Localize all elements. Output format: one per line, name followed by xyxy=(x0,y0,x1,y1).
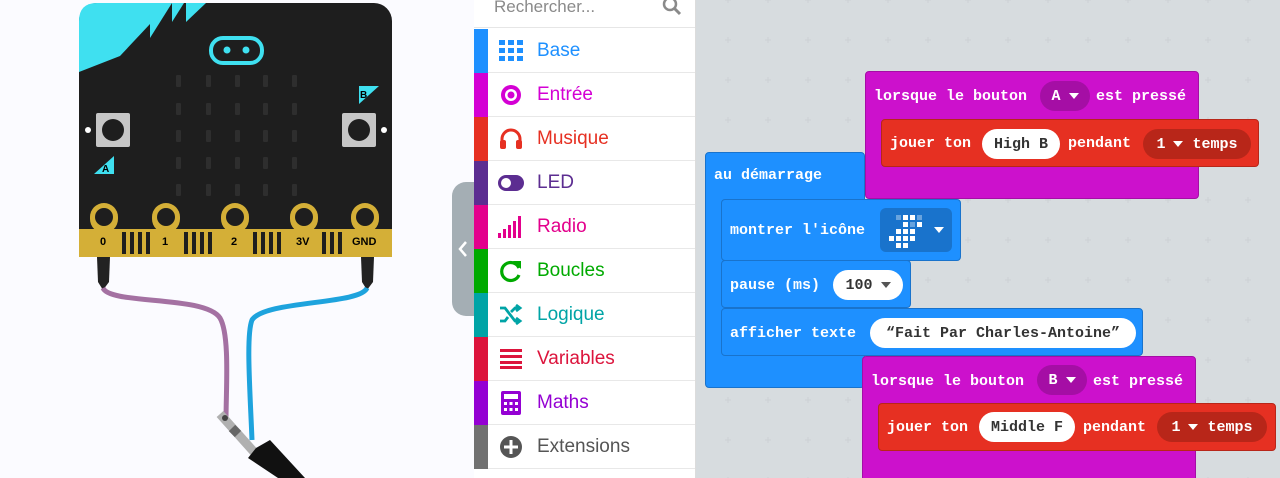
category-label: Extensions xyxy=(537,436,630,457)
button-select-b[interactable]: B xyxy=(1037,365,1087,395)
beats-select-a[interactable]: 1 temps xyxy=(1143,129,1251,159)
category-input[interactable]: Entrée xyxy=(474,73,695,117)
led-icon-preview xyxy=(889,215,922,248)
pin-2-label: 2 xyxy=(231,236,237,248)
note-field-a[interactable]: High B xyxy=(982,129,1060,159)
icon-picker[interactable] xyxy=(880,208,952,252)
simulator-panel: A B 0 1 2 3V GND xyxy=(0,0,474,478)
refresh-icon xyxy=(500,260,521,283)
pin-0-label: 0 xyxy=(100,236,106,248)
note-field-b[interactable]: Middle F xyxy=(979,412,1075,442)
headphone-jack-icon xyxy=(216,410,305,478)
beats-select-b[interactable]: 1 temps xyxy=(1157,412,1267,442)
microbit-board[interactable]: A B 0 1 2 3V GND xyxy=(0,0,474,478)
category-label: Boucles xyxy=(537,260,605,281)
category-base[interactable]: Base xyxy=(474,29,695,73)
show-icon-block[interactable]: montrer l'icône xyxy=(721,199,961,261)
pause-value-field[interactable]: 100 xyxy=(833,270,903,300)
pause-block[interactable]: pause (ms) 100 xyxy=(721,260,911,308)
category-math[interactable]: Maths xyxy=(474,381,695,425)
category-radio[interactable]: Radio xyxy=(474,205,695,249)
category-label: Maths xyxy=(537,392,589,413)
wire-purple xyxy=(100,286,230,421)
button-b-label: B xyxy=(360,90,367,101)
search-input[interactable] xyxy=(484,0,664,20)
shuffle-icon xyxy=(500,304,523,326)
clip-pin-gnd xyxy=(361,257,374,290)
chevron-down-icon xyxy=(1065,377,1076,383)
category-extensions[interactable]: Extensions xyxy=(474,425,695,469)
category-loops[interactable]: Boucles xyxy=(474,249,695,293)
grid-icon xyxy=(499,40,523,61)
category-label: Base xyxy=(537,40,581,61)
chevron-down-icon xyxy=(1068,93,1079,99)
pin-3v-label: 3V xyxy=(296,236,310,248)
blocks-workspace[interactable]: lorsque le bouton A est pressé jouer ton… xyxy=(696,0,1280,478)
chevron-down-icon xyxy=(1173,141,1184,147)
clip-pin-0 xyxy=(97,257,110,290)
chevron-down-icon xyxy=(934,227,944,233)
category-variables[interactable]: Variables xyxy=(474,337,695,381)
category-list: Base Entrée Musique LED Radio Boucles Lo… xyxy=(474,29,695,469)
category-label: Musique xyxy=(537,128,609,149)
pin-1-label: 1 xyxy=(162,236,168,248)
category-music[interactable]: Musique xyxy=(474,117,695,161)
show-string-block[interactable]: afficher texte “Fait Par Charles-Antoine… xyxy=(721,308,1143,356)
plus-circle-icon xyxy=(500,436,522,458)
pin-gnd-label: GND xyxy=(352,236,377,248)
search-icon[interactable] xyxy=(662,0,682,16)
chevron-down-icon xyxy=(880,282,891,288)
category-label: LED xyxy=(537,172,574,193)
list-icon xyxy=(500,349,522,369)
wire-blue xyxy=(246,286,370,441)
target-icon xyxy=(501,85,521,105)
category-label: Radio xyxy=(537,216,587,237)
calculator-icon xyxy=(501,391,521,415)
category-label: Variables xyxy=(537,348,615,369)
category-label: Logique xyxy=(537,304,605,325)
chevron-left-icon xyxy=(458,241,467,257)
category-label: Entrée xyxy=(537,84,593,105)
collapse-simulator-button[interactable] xyxy=(452,182,474,316)
play-tone-block-a[interactable]: jouer ton High B pendant 1 temps xyxy=(881,119,1259,167)
button-a-label: A xyxy=(102,164,109,175)
show-string-value-field[interactable]: “Fait Par Charles-Antoine” xyxy=(870,318,1136,348)
button-select-a[interactable]: A xyxy=(1040,81,1090,111)
chevron-down-icon xyxy=(1188,424,1199,430)
signal-bars-icon xyxy=(498,216,521,238)
headphones-icon xyxy=(500,128,522,149)
category-logic[interactable]: Logique xyxy=(474,293,695,337)
play-tone-block-b[interactable]: jouer ton Middle F pendant 1 temps xyxy=(878,403,1276,451)
toolbox-search xyxy=(474,0,695,28)
toggle-icon xyxy=(498,175,524,191)
toolbox: Base Entrée Mu xyxy=(474,0,696,478)
category-led[interactable]: LED xyxy=(474,161,695,205)
